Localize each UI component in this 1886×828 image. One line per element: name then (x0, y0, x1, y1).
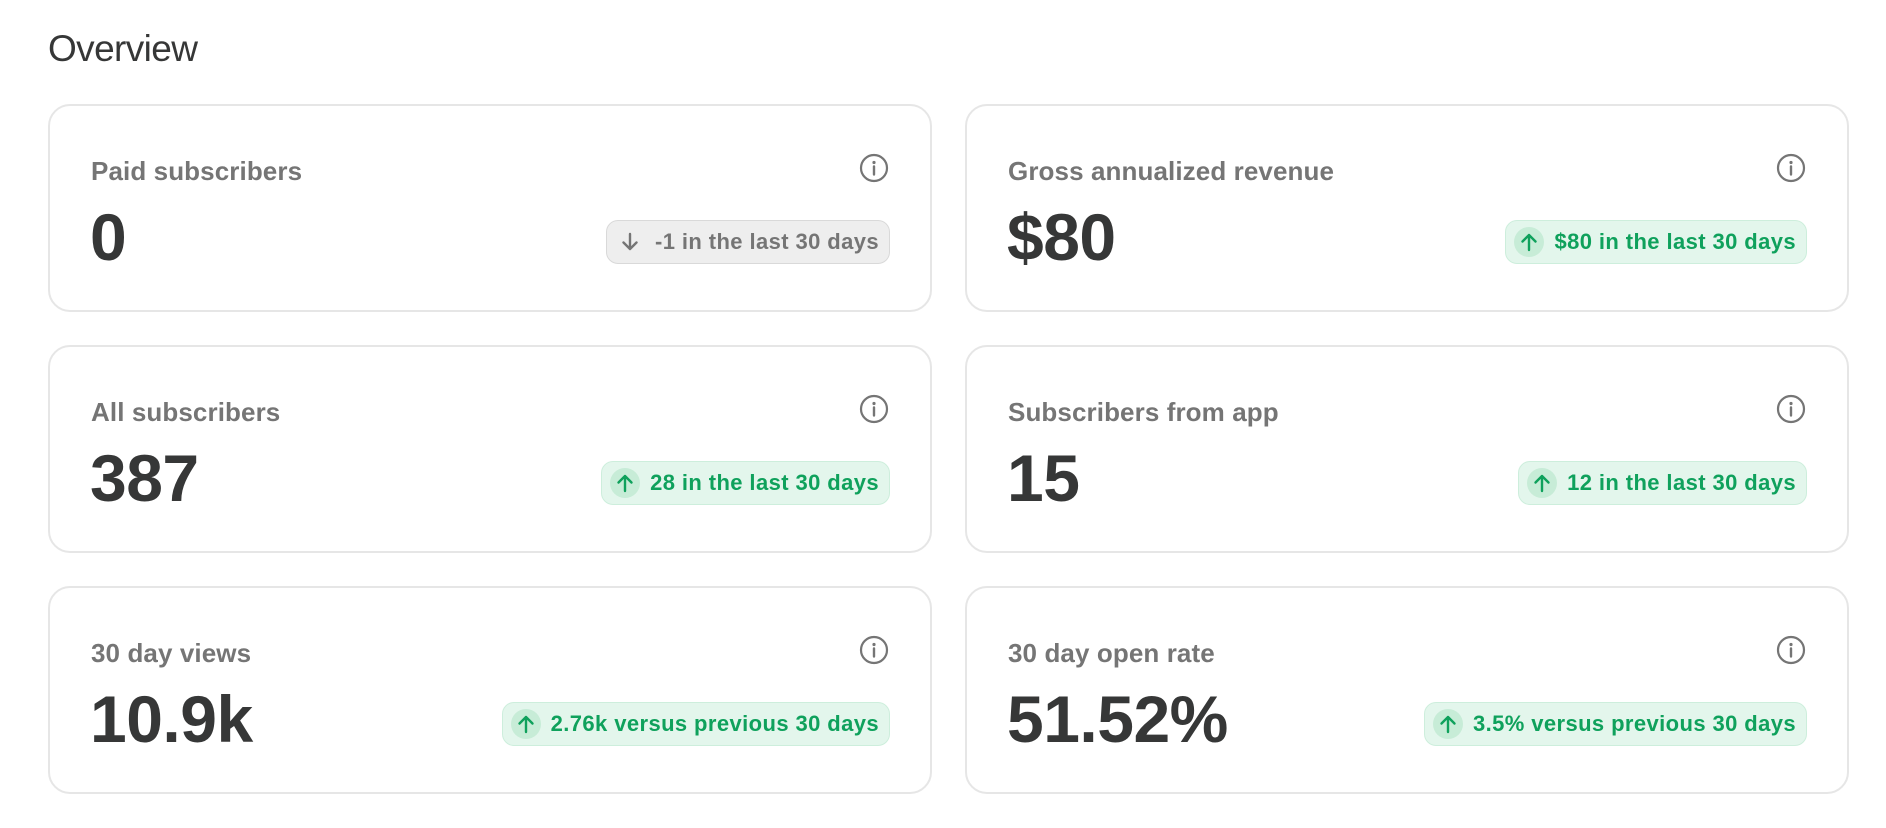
trend-badge: 28 in the last 30 days (601, 461, 890, 505)
arrow-up-icon (610, 468, 641, 498)
page-title: Overview (48, 28, 198, 69)
trend-badge: 12 in the last 30 days (1518, 461, 1807, 505)
stat-label: 30 day open rate (1008, 638, 1215, 668)
stat-card-subscribers-from-app: Subscribers from app 15 12 in the last 3… (965, 345, 1849, 553)
stat-value: 51.52% (1007, 682, 1228, 756)
stat-value: $80 (1007, 200, 1116, 274)
info-icon[interactable] (858, 152, 890, 184)
stat-label: 30 day views (91, 638, 252, 668)
arrow-up-icon (1514, 227, 1545, 257)
info-icon[interactable] (858, 393, 890, 425)
trend-badge: 3.5% versus previous 30 days (1423, 702, 1807, 746)
trend-text: $80 in the last 30 days (1554, 229, 1796, 254)
trend-text: 2.76k versus previous 30 days (550, 711, 879, 736)
stat-label: Gross annualized revenue (1008, 156, 1335, 186)
stat-card-all-subscribers: All subscribers 387 28 in the last 30 da… (48, 345, 932, 553)
stat-card-30-day-views: 30 day views 10.9k 2.76k versus previous… (48, 586, 932, 794)
trend-text: -1 in the last 30 days (655, 229, 879, 254)
arrow-up-icon (1432, 709, 1463, 739)
trend-text: 12 in the last 30 days (1567, 470, 1796, 495)
info-icon[interactable] (858, 634, 890, 666)
stat-value: 10.9k (90, 682, 253, 756)
stat-card-30-day-open-rate: 30 day open rate 51.52% 3.5% versus prev… (965, 586, 1849, 794)
info-icon[interactable] (1775, 152, 1807, 184)
stat-card-gross-annualized-revenue: Gross annualized revenue $80 $80 in the … (965, 104, 1849, 312)
overview-stats-grid: Paid subscribers 0 -1 in the last 30 day… (48, 104, 1849, 794)
info-icon[interactable] (1775, 393, 1807, 425)
stat-value: 0 (90, 200, 127, 274)
trend-badge: $80 in the last 30 days (1505, 220, 1807, 264)
stat-value: 387 (90, 441, 199, 515)
stat-card-paid-subscribers: Paid subscribers 0 -1 in the last 30 day… (48, 104, 932, 312)
trend-badge: -1 in the last 30 days (606, 220, 890, 264)
trend-text: 3.5% versus previous 30 days (1472, 711, 1796, 736)
trend-badge: 2.76k versus previous 30 days (501, 702, 890, 746)
arrow-up-icon (510, 709, 541, 739)
arrow-up-icon (1527, 468, 1558, 498)
stat-label: Subscribers from app (1008, 397, 1279, 427)
arrow-down-icon (615, 227, 645, 257)
stat-label: All subscribers (91, 397, 281, 427)
stat-label: Paid subscribers (91, 156, 303, 186)
stat-value: 15 (1007, 441, 1080, 515)
info-icon[interactable] (1775, 634, 1807, 666)
trend-text: 28 in the last 30 days (650, 470, 879, 495)
